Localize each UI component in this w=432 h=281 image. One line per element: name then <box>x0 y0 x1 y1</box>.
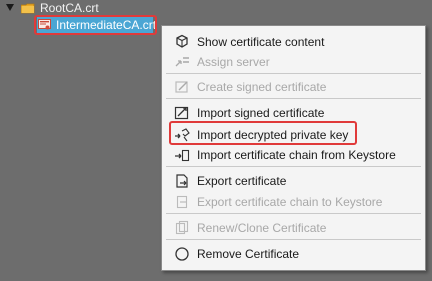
menu-item-import-signed-certificate[interactable]: Import signed certificate <box>162 102 425 122</box>
menu-item-label: Remove Certificate <box>197 247 300 261</box>
menu-separator <box>166 98 421 99</box>
highlight-box-tree-item <box>34 15 157 35</box>
remove-certificate-icon <box>175 247 189 261</box>
menu-item-import-decrypted-private-key[interactable]: Import decrypted private key <box>162 121 425 145</box>
tree-item-root-label: RootCA.crt <box>40 1 99 15</box>
context-menu: Show certificate content Assign server C… <box>161 25 426 271</box>
menu-item-export-certificate-chain[interactable]: Export certificate chain to Keystore <box>162 191 425 211</box>
menu-item-renew-clone-certificate[interactable]: Renew/Clone Certificate <box>162 217 425 237</box>
folder-icon <box>21 3 35 14</box>
import-chain-icon <box>175 149 190 162</box>
menu-item-create-signed-certificate[interactable]: Create signed certificate <box>162 76 425 96</box>
renew-clone-icon <box>175 220 189 235</box>
menu-item-label: Assign server <box>197 55 270 69</box>
import-private-key-icon <box>175 128 190 142</box>
menu-separator <box>166 166 421 167</box>
import-signed-certificate-icon <box>174 106 189 120</box>
menu-item-label: Import certificate chain from Keystore <box>197 148 396 162</box>
create-signed-certificate-icon <box>175 81 188 93</box>
menu-item-export-certificate[interactable]: Export certificate <box>162 170 425 190</box>
menu-item-label: Export certificate <box>197 174 287 188</box>
menu-item-import-certificate-chain[interactable]: Import certificate chain from Keystore <box>162 144 425 164</box>
export-chain-icon <box>176 195 188 209</box>
export-certificate-icon <box>176 174 188 188</box>
menu-item-label: Create signed certificate <box>197 80 327 94</box>
menu-separator <box>166 239 421 240</box>
assign-server-icon <box>175 57 189 67</box>
menu-item-label: Export certificate chain to Keystore <box>197 195 383 209</box>
menu-item-label: Import signed certificate <box>197 106 325 120</box>
menu-separator <box>166 213 421 214</box>
menu-item-assign-server[interactable]: Assign server <box>162 51 425 71</box>
menu-item-label: Import decrypted private key <box>197 128 349 142</box>
menu-separator <box>166 73 421 74</box>
menu-item-remove-certificate[interactable]: Remove Certificate <box>162 243 425 263</box>
menu-item-label: Renew/Clone Certificate <box>197 221 327 235</box>
certificate-content-icon <box>176 34 188 48</box>
tree-row-root[interactable]: RootCA.crt <box>0 0 432 16</box>
menu-item-show-certificate-content[interactable]: Show certificate content <box>162 31 425 51</box>
expand-arrow-icon[interactable] <box>6 4 14 11</box>
menu-item-label: Show certificate content <box>197 35 325 49</box>
